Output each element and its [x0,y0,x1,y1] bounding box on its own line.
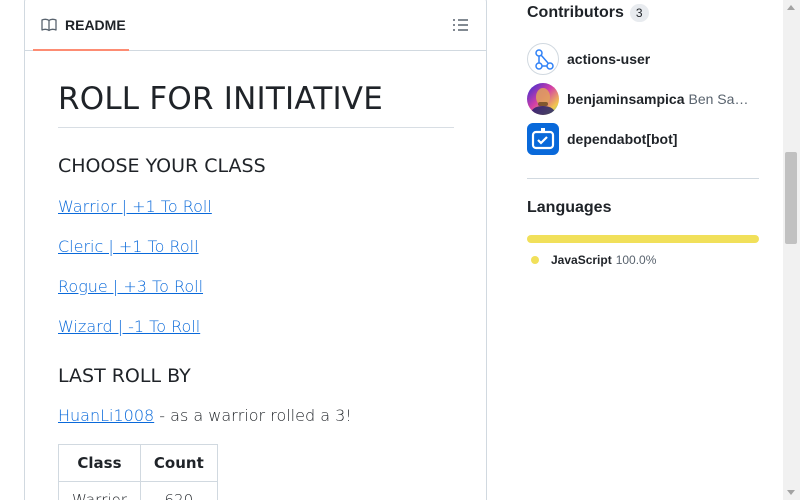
language-color-dot [531,256,539,264]
language-item-javascript[interactable]: JavaScript 100.0% [531,253,656,267]
contributors-header[interactable]: Contributors 3 [527,4,649,22]
avatar[interactable] [527,83,559,115]
contributor-benjaminsampica[interactable]: benjaminsampica Ben Sampica [527,82,759,116]
scroll-down-arrow-icon[interactable] [787,490,795,495]
table-header-row: Class Count [58,444,218,482]
scroll-thumb[interactable] [785,152,797,244]
last-roll-text: - as a warrior rolled a 3! [154,406,352,425]
contributor-name[interactable]: actions-user [567,51,650,67]
roll-table: Class Count Warrior 620 [58,444,218,500]
last-roll-paragraph: HuanLi1008 - as a warrior rolled a 3! [58,406,352,425]
table-cell-count: 620 [139,481,218,500]
avatar[interactable] [527,43,559,75]
table-header-class: Class [58,444,141,482]
language-name[interactable]: JavaScript [551,253,612,267]
readme-panel: README ROLL FOR INITIATIVE CHOOSE YOUR C… [24,0,487,500]
languages-title: Languages [527,199,612,216]
tab-readme-label: README [65,17,126,33]
contributor-actions-user[interactable]: actions-user [527,42,759,76]
class-link-warrior[interactable]: Warrior | +1 To Roll [58,197,212,216]
heading-last-roll: LAST ROLL BY [58,365,191,387]
contributors-count-badge: 3 [629,4,649,22]
readme-header: README [25,0,486,51]
page-scrollbar[interactable] [783,0,800,500]
contributor-name[interactable]: benjaminsampica [567,91,685,107]
table-of-contents-icon[interactable] [452,17,470,33]
table-cell-class: Warrior [58,481,141,500]
tab-readme[interactable]: README [33,1,129,51]
heading-choose-class: CHOOSE YOUR CLASS [58,155,266,177]
sidebar-divider [527,178,759,179]
class-link-cleric[interactable]: Cleric | +1 To Roll [58,237,199,256]
contributor-dependabot[interactable]: dependabot[bot] [527,122,759,156]
contributor-full-name: Ben Sampica [688,91,760,107]
contributors-title[interactable]: Contributors [527,4,624,22]
class-link-rogue[interactable]: Rogue | +3 To Roll [58,277,203,296]
language-bar-javascript [527,235,759,243]
person-avatar-image [531,88,555,115]
avatar[interactable] [527,123,559,155]
dependabot-icon [531,128,555,150]
actions-bot-icon [535,49,554,70]
scroll-up-arrow-icon[interactable] [787,5,795,10]
table-header-count: Count [139,444,218,482]
contributor-name[interactable]: dependabot[bot] [567,131,677,147]
readme-title: ROLL FOR INITIATIVE [58,81,454,128]
last-roll-user-link[interactable]: HuanLi1008 [58,406,154,425]
language-percent: 100.0% [615,253,657,267]
table-row: Warrior 620 [58,481,218,500]
class-link-wizard[interactable]: Wizard | -1 To Roll [58,317,200,336]
book-icon [41,18,57,32]
